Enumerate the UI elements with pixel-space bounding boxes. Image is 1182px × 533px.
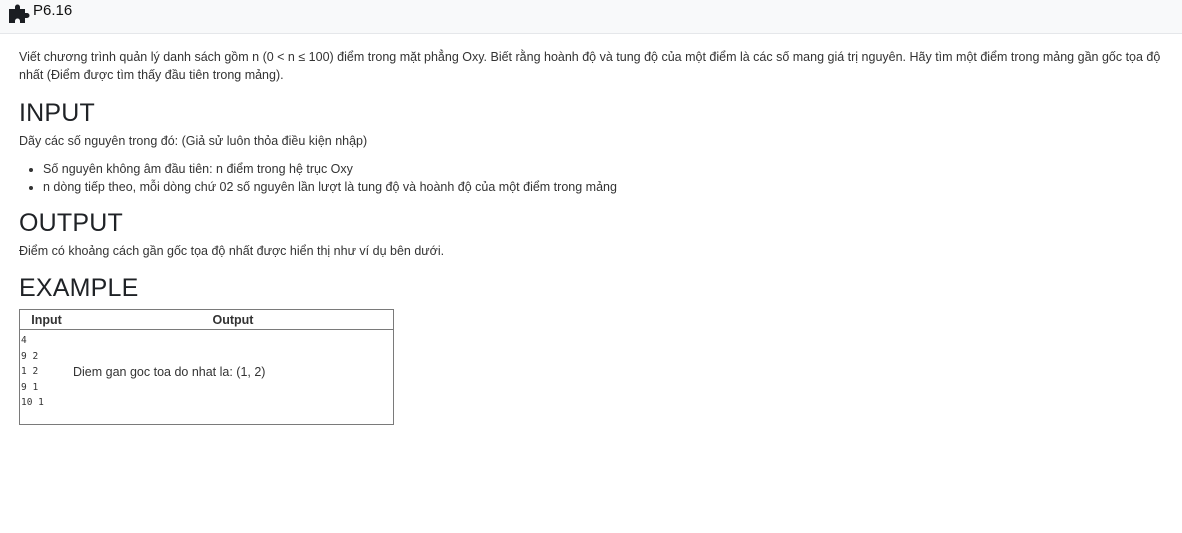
input-list: Số nguyên không âm đầu tiên: n điểm tron…: [19, 160, 1169, 196]
output-text: Điểm có khoảng cách gần gốc tọa độ nhất …: [19, 244, 445, 258]
problem-description: Viết chương trình quản lý danh sách gồm …: [19, 50, 1161, 82]
table-header-row: Input Output: [19, 309, 394, 330]
output-column-header: Output: [73, 309, 394, 330]
problem-content: Viết chương trình quản lý danh sách gồm …: [19, 48, 1169, 425]
page-title: P6.16: [33, 2, 73, 19]
list-item: Số nguyên không âm đầu tiên: n điểm tron…: [43, 160, 1169, 178]
output-cell: Diem gan goc toa do nhat la: (1, 2): [73, 330, 394, 425]
input-intro: Dãy các số nguyên trong đó: (Giả sử luôn…: [19, 134, 368, 148]
example-output: Diem gan goc toa do nhat la: (1, 2): [73, 365, 266, 380]
output-heading: OUTPUT: [19, 209, 123, 237]
example-heading: EXAMPLE: [19, 274, 139, 302]
table-row: 4 9 2 1 2 9 1 10 1 Diem gan goc toa do n…: [20, 330, 394, 425]
list-item: n dòng tiếp theo, mỗi dòng chứ 02 số ngu…: [43, 178, 1169, 196]
example-input: 4 9 2 1 2 9 1 10 1: [21, 335, 44, 409]
input-column-header: Input: [19, 309, 73, 330]
puzzle-icon: [9, 4, 30, 23]
input-cell: 4 9 2 1 2 9 1 10 1: [20, 330, 74, 425]
example-table: Input Output 4 9 2 1 2 9 1 10 1 Diem gan…: [19, 309, 394, 425]
top-bar: P6.16: [0, 0, 1182, 34]
input-heading: INPUT: [19, 99, 95, 127]
